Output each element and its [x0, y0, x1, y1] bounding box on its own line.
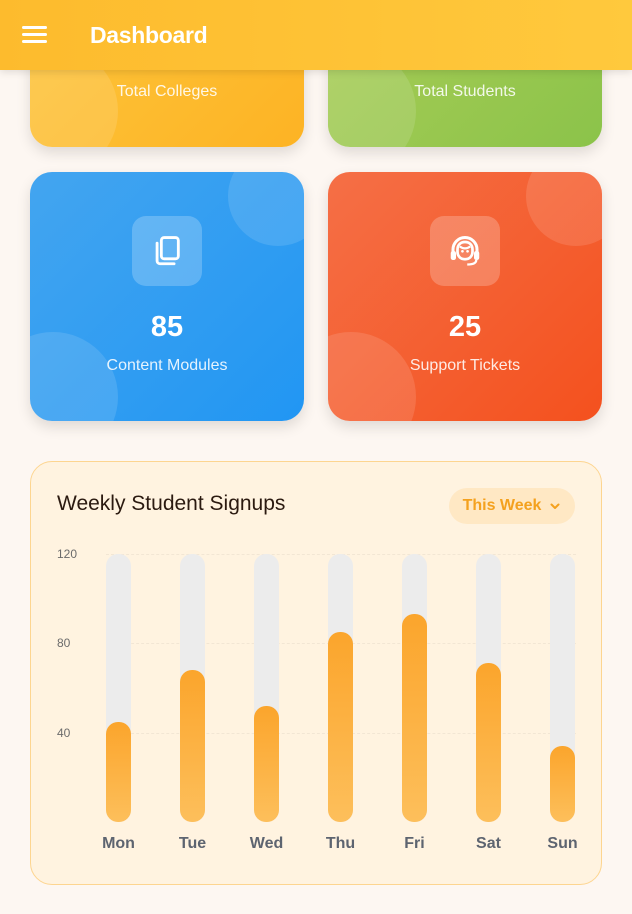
page-title: Dashboard: [90, 22, 208, 48]
copy-icon: [132, 216, 202, 286]
y-tick-label: 120: [57, 547, 78, 561]
stat-card-modules[interactable]: 85 Content Modules: [30, 172, 304, 421]
x-tick-label: Wed: [249, 835, 284, 852]
x-tick-label: Sun: [547, 835, 578, 852]
x-tick-label: Thu: [325, 835, 356, 852]
y-tick-label: 80: [57, 636, 71, 651]
period-label: This Week: [462, 497, 542, 514]
bar-track-sun: [550, 554, 575, 822]
bar-mon[interactable]: [106, 721, 131, 822]
bar-fri[interactable]: [402, 614, 427, 822]
x-tick-label: Fri: [404, 835, 425, 852]
x-tick-label: Sat: [476, 835, 501, 852]
x-tick-label: Mon: [102, 835, 135, 852]
stat-label: Content Modules: [106, 357, 228, 374]
bar-track-thu: [328, 554, 353, 822]
stat-value: 85: [150, 311, 184, 343]
stat-label: Total Colleges: [116, 83, 218, 100]
bar-track-wed: [254, 554, 279, 822]
stat-label: Total Students: [414, 83, 516, 100]
bar-sun[interactable]: [550, 746, 575, 822]
x-tick-label: Tue: [178, 835, 207, 852]
chevron-down-icon: [550, 503, 560, 509]
bar-thu[interactable]: [328, 632, 353, 822]
bar-track-tue: [180, 554, 205, 822]
bar-wed[interactable]: [254, 705, 279, 822]
weekly-signups-card: Weekly Student Signups This Week 120 80 40…: [30, 461, 602, 885]
stat-label: Support Tickets: [409, 357, 521, 374]
headset-icon: [430, 216, 500, 286]
bar-track-sat: [476, 554, 501, 822]
bar-track-mon: [106, 554, 131, 822]
bar-track-fri: [402, 554, 427, 822]
bar-tue[interactable]: [180, 670, 205, 822]
chart-title: Weekly Student Signups: [57, 492, 286, 515]
menu-icon[interactable]: [22, 25, 48, 45]
y-tick-label: 40: [57, 725, 71, 740]
app-bar: Dashboard: [0, 0, 632, 70]
bar-sat[interactable]: [476, 663, 501, 822]
stat-value: 25: [448, 311, 482, 343]
period-dropdown[interactable]: This Week: [449, 488, 575, 524]
stat-card-tickets[interactable]: 25 Support Tickets: [328, 172, 602, 421]
